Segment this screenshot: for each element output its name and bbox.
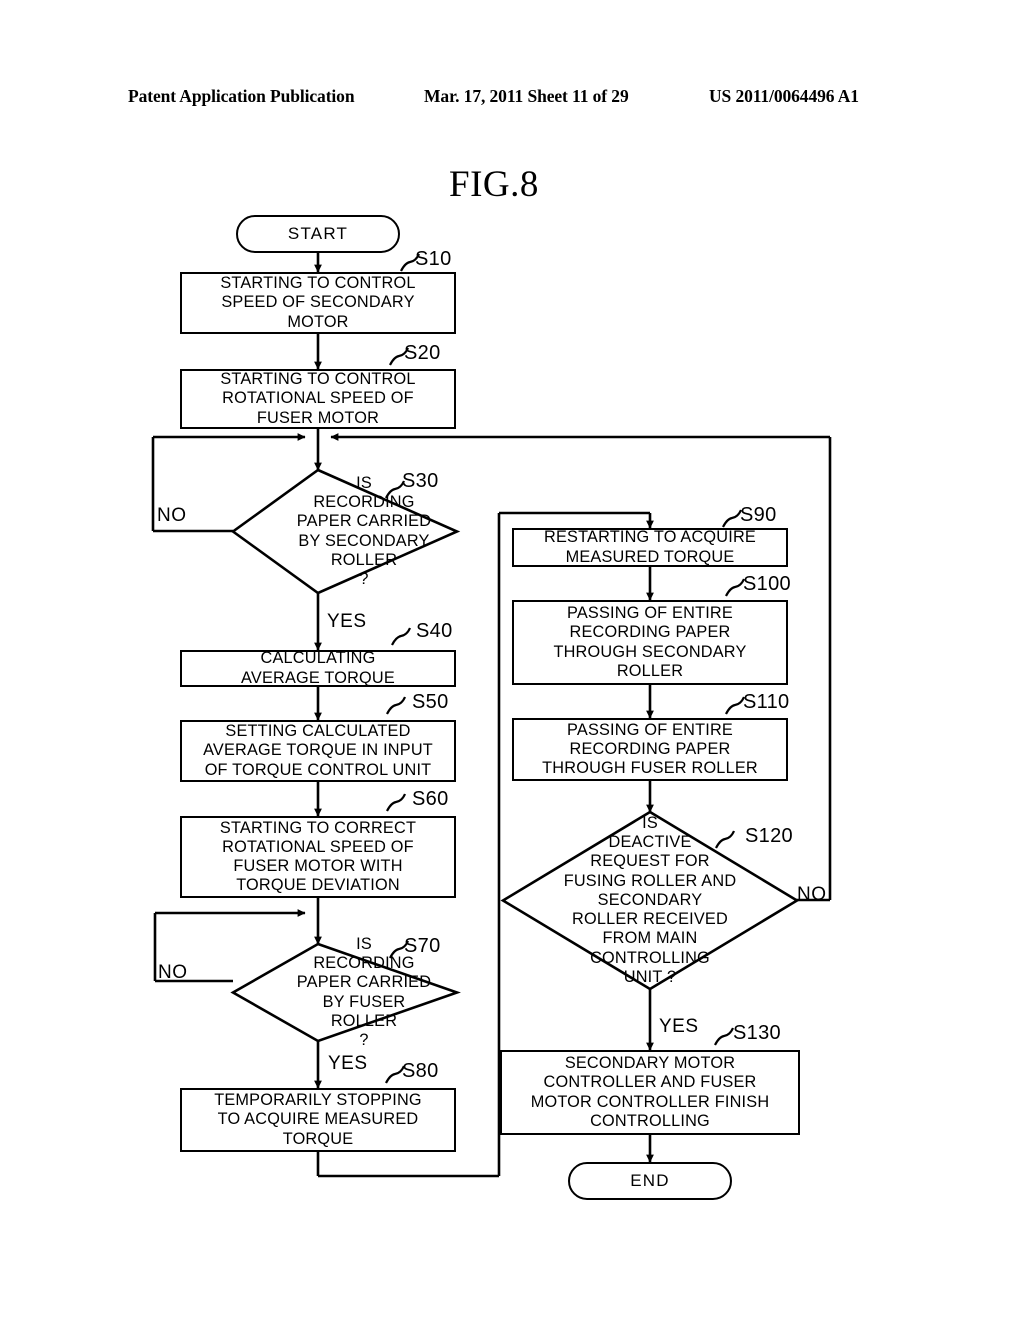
step-tag-s20: S20 bbox=[404, 342, 441, 364]
step-tag-s130: S130 bbox=[733, 1022, 781, 1044]
node-end[interactable]: END bbox=[568, 1162, 732, 1200]
node-s80-label: TEMPORARILY STOPPING TO ACQUIRE MEASURED… bbox=[214, 1091, 422, 1148]
step-tag-s10: S10 bbox=[415, 248, 452, 270]
node-s130-label: SECONDARY MOTOR CONTROLLER AND FUSER MOT… bbox=[530, 1054, 770, 1130]
node-s90[interactable]: RESTARTING TO ACQUIRE MEASURED TORQUE bbox=[512, 528, 788, 567]
node-s110[interactable]: PASSING OF ENTIRE RECORDING PAPER THROUG… bbox=[512, 718, 788, 781]
node-s40-label: CALCULATING AVERAGE TORQUE bbox=[241, 649, 395, 687]
node-s40[interactable]: CALCULATING AVERAGE TORQUE bbox=[180, 649, 456, 687]
node-s70[interactable]: IS RECORDING PAPER CARRIED BY FUSER ROLL… bbox=[230, 935, 461, 1049]
step-tag-s70: S70 bbox=[404, 935, 441, 957]
node-s80[interactable]: TEMPORARILY STOPPING TO ACQUIRE MEASURED… bbox=[180, 1088, 456, 1152]
node-s50[interactable]: SETTING CALCULATED AVERAGE TORQUE IN INP… bbox=[180, 720, 456, 782]
node-s130[interactable]: SECONDARY MOTOR CONTROLLER AND FUSER MOT… bbox=[500, 1050, 800, 1135]
branch-label-s70-no: NO bbox=[158, 962, 188, 983]
node-s30[interactable]: IS RECORDING PAPER CARRIED BY SECONDARY … bbox=[230, 468, 461, 595]
node-s60[interactable]: STARTING TO CORRECT ROTATIONAL SPEED OF … bbox=[180, 816, 456, 898]
step-tag-s30: S30 bbox=[402, 470, 439, 492]
step-tag-s40: S40 bbox=[416, 620, 453, 642]
step-tag-s100: S100 bbox=[743, 573, 791, 595]
step-tag-s60: S60 bbox=[412, 788, 449, 810]
step-tag-s90: S90 bbox=[740, 504, 777, 526]
patent-figure-sheet: Patent Application Publication Mar. 17, … bbox=[0, 0, 1024, 1320]
branch-label-s120-yes: YES bbox=[659, 1016, 699, 1037]
branch-label-s70-yes: YES bbox=[328, 1053, 368, 1074]
step-tag-s80: S80 bbox=[402, 1060, 439, 1082]
node-start-label: START bbox=[287, 224, 349, 243]
branch-label-s120-no: NO bbox=[797, 884, 827, 905]
node-start[interactable]: START bbox=[236, 215, 400, 253]
step-tag-s110: S110 bbox=[743, 691, 790, 713]
branch-label-s30-yes: YES bbox=[327, 611, 367, 632]
node-s100-label: PASSING OF ENTIRE RECORDING PAPER THROUG… bbox=[553, 604, 747, 680]
node-s100[interactable]: PASSING OF ENTIRE RECORDING PAPER THROUG… bbox=[512, 600, 788, 685]
branch-label-s30-no: NO bbox=[157, 505, 187, 526]
node-end-label: END bbox=[630, 1171, 670, 1190]
node-s110-label: PASSING OF ENTIRE RECORDING PAPER THROUG… bbox=[542, 720, 758, 778]
node-s10-label: STARTING TO CONTROL SPEED OF SECONDARY M… bbox=[220, 274, 416, 331]
node-s90-label: RESTARTING TO ACQUIRE MEASURED TORQUE bbox=[544, 528, 756, 566]
step-tag-s50: S50 bbox=[412, 691, 449, 713]
node-s20-label: STARTING TO CONTROL ROTATIONAL SPEED OF … bbox=[220, 370, 416, 427]
node-s20[interactable]: STARTING TO CONTROL ROTATIONAL SPEED OF … bbox=[180, 369, 456, 429]
node-s10[interactable]: STARTING TO CONTROL SPEED OF SECONDARY M… bbox=[180, 272, 456, 334]
node-s60-label: STARTING TO CORRECT ROTATIONAL SPEED OF … bbox=[219, 818, 417, 895]
step-tag-s120: S120 bbox=[745, 825, 793, 847]
node-s50-label: SETTING CALCULATED AVERAGE TORQUE IN INP… bbox=[203, 722, 433, 779]
node-s70-label: IS RECORDING PAPER CARRIED BY FUSER ROLL… bbox=[296, 934, 432, 1049]
